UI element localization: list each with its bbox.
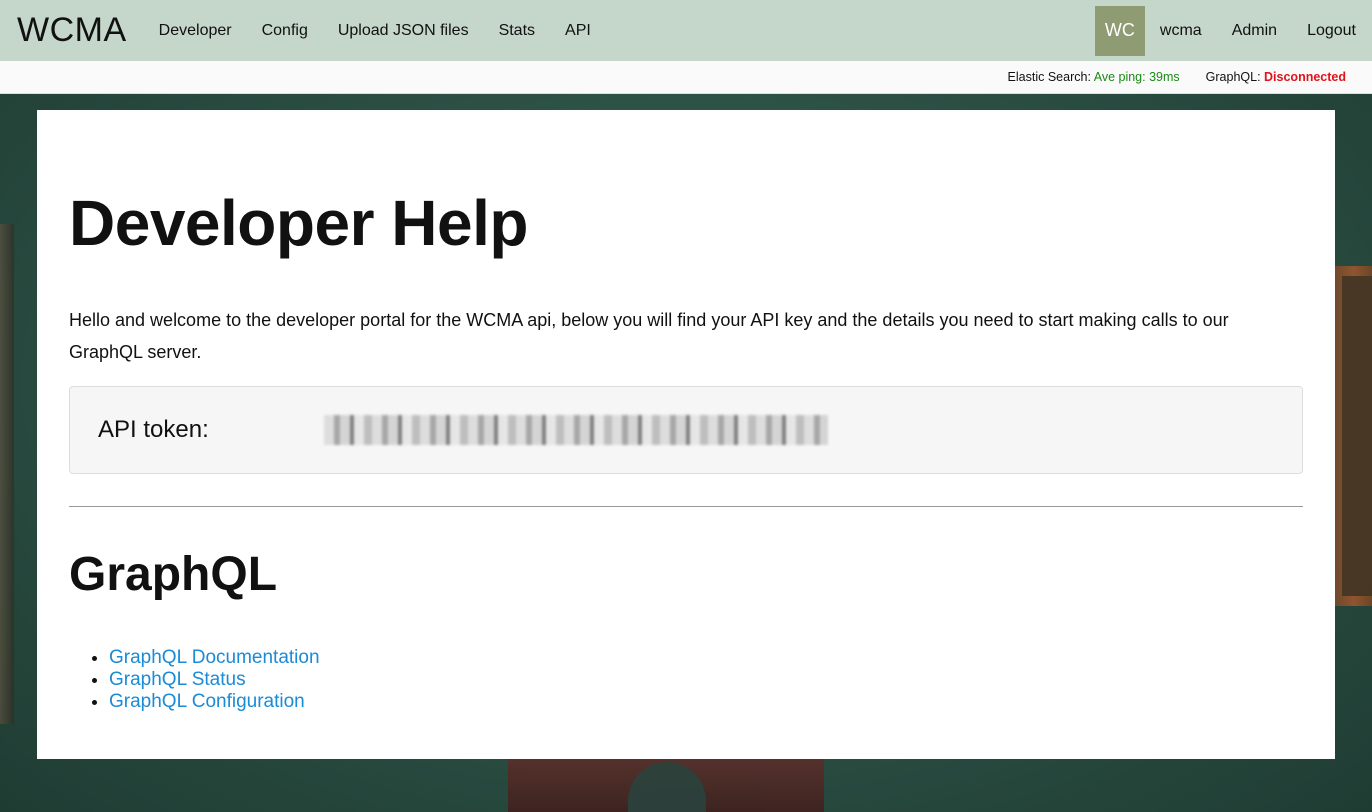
content-card: Developer Help Hello and welcome to the …: [37, 110, 1335, 759]
list-item: GraphQL Status: [109, 669, 1303, 691]
nav-link-user[interactable]: wcma: [1145, 22, 1217, 40]
list-item: GraphQL Documentation: [109, 647, 1303, 669]
painting-frame-right: [1334, 266, 1372, 606]
graphql-documentation-link[interactable]: GraphQL Documentation: [109, 647, 320, 668]
nav-link-upload-json[interactable]: Upload JSON files: [323, 22, 484, 40]
section-title: GraphQL: [69, 548, 278, 601]
status-bar: Elastic Search: Ave ping: 39ms GraphQL: …: [0, 61, 1372, 94]
logout-button[interactable]: Logout: [1292, 22, 1372, 40]
painting-frame-left: [0, 224, 14, 724]
api-token-box: API token:: [69, 386, 1303, 474]
api-token-label: API token:: [98, 416, 209, 443]
section-divider: [69, 506, 1303, 507]
elastic-status-label: Elastic Search:: [1007, 70, 1091, 84]
graphql-status: GraphQL: Disconnected: [1206, 70, 1346, 84]
nav-link-stats[interactable]: Stats: [484, 22, 550, 40]
brand-logo[interactable]: WCMA: [17, 11, 127, 50]
api-token-value-redacted[interactable]: [324, 415, 828, 445]
graphql-links-list: GraphQL Documentation GraphQL Status Gra…: [109, 647, 1303, 713]
graphql-status-label: GraphQL:: [1205, 70, 1261, 84]
page-title: Developer Help: [69, 187, 528, 259]
elastic-status: Elastic Search: Ave ping: 39ms: [1008, 70, 1180, 84]
nav-link-api[interactable]: API: [550, 22, 606, 40]
nav-link-developer[interactable]: Developer: [144, 22, 247, 40]
elastic-status-value: Ave ping: 39ms: [1093, 70, 1180, 84]
nav-link-admin[interactable]: Admin: [1217, 22, 1292, 40]
avatar[interactable]: WC: [1094, 5, 1145, 56]
list-item: GraphQL Configuration: [109, 691, 1303, 713]
nav-user-area: WC wcma Admin Logout: [1094, 0, 1372, 61]
chair-image: [508, 758, 824, 812]
graphql-configuration-link[interactable]: GraphQL Configuration: [109, 691, 305, 712]
top-navbar: WCMA Developer Config Upload JSON files …: [0, 0, 1372, 61]
nav-link-config[interactable]: Config: [247, 22, 323, 40]
graphql-status-link[interactable]: GraphQL Status: [109, 669, 246, 690]
intro-text: Hello and welcome to the developer porta…: [69, 310, 1229, 362]
nav-links: Developer Config Upload JSON files Stats…: [144, 22, 606, 40]
graphql-status-value: Disconnected: [1264, 70, 1346, 84]
